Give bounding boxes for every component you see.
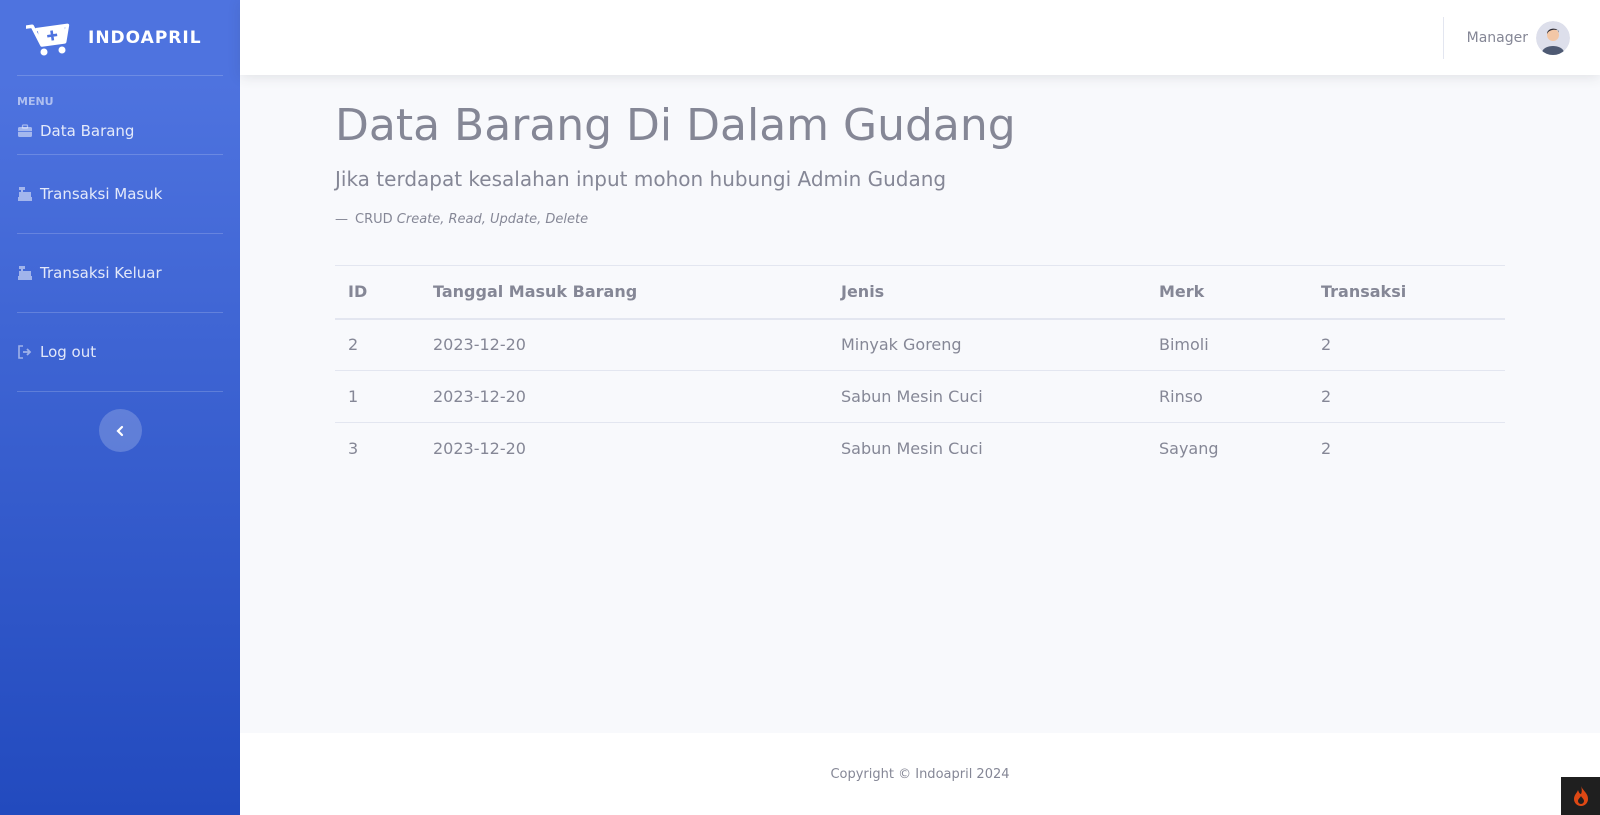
cell-id: 1 <box>335 370 420 423</box>
cell-id: 2 <box>335 318 420 371</box>
chevron-left-icon <box>116 425 124 436</box>
cell-merk: Sayang <box>1159 439 1219 459</box>
sign-out-icon <box>18 345 32 359</box>
user-name: Manager <box>1466 30 1528 46</box>
crud-prefix: CRUD <box>355 212 393 227</box>
crud-caption: — CRUD Create, Read, Update, Delete <box>335 212 1505 227</box>
column-header-id: ID <box>335 265 420 320</box>
table-header-row: ID Tanggal Masuk Barang Jenis Merk Trans… <box>335 265 1505 320</box>
cell-transaksi: 2 <box>1321 439 1332 459</box>
cash-register-icon <box>18 266 32 280</box>
cell-merk: Bimoli <box>1146 318 1308 371</box>
sidebar-item-label: Data Barang <box>40 122 135 140</box>
sidebar-item-data-barang[interactable]: Data Barang <box>0 108 240 154</box>
cash-register-icon <box>18 187 32 201</box>
brand[interactable]: INDOAPRIL <box>0 0 240 75</box>
table-row: 3 2023-12-20 Sabun Mesin Cuci Sayang 2 <box>335 423 1505 475</box>
topbar-divider <box>1443 17 1444 59</box>
sidebar-heading: MENU <box>17 95 54 108</box>
cell-transaksi: 2 <box>1308 370 1505 423</box>
cell-id: 3 <box>348 439 359 459</box>
cell-transaksi: 2 <box>1308 318 1505 371</box>
user-dropdown[interactable]: Manager <box>1467 21 1570 55</box>
cell-merk: Rinso <box>1146 370 1308 423</box>
copyright-text: Copyright © Indoapril 2024 <box>830 766 1010 782</box>
brand-name: INDOAPRIL <box>88 27 202 48</box>
table-row: 1 2023-12-20 Sabun Mesin Cuci Rinso 2 <box>335 370 1505 423</box>
shopping-cart-plus-icon <box>26 23 70 55</box>
data-table: ID Tanggal Masuk Barang Jenis Merk Trans… <box>335 265 1505 475</box>
page-title: Data Barang Di Dalam Gudang <box>335 100 1016 151</box>
sidebar-item-transaksi-masuk[interactable]: Transaksi Masuk <box>0 155 240 233</box>
dash-glyph: — <box>335 212 348 227</box>
sidebar-toggle-button[interactable] <box>98 409 142 452</box>
cell-jenis: Sabun Mesin Cuci <box>828 370 1146 423</box>
crud-detail: Create, Read, Update, Delete <box>396 212 589 227</box>
cell-jenis: Sabun Mesin Cuci <box>841 439 983 459</box>
column-header-tanggal: Tanggal Masuk Barang <box>420 265 828 320</box>
table-row: 2 2023-12-20 Minyak Goreng Bimoli 2 <box>335 318 1505 371</box>
sidebar-toggle-container <box>0 392 240 452</box>
column-header-transaksi: Transaksi <box>1308 265 1505 320</box>
sidebar-item-log-out[interactable]: Log out <box>0 313 240 391</box>
main-content: Data Barang Di Dalam Gudang Jika terdapa… <box>335 75 1505 475</box>
flame-icon <box>1573 786 1588 806</box>
footer: Copyright © Indoapril 2024 <box>240 733 1600 815</box>
cell-jenis: Minyak Goreng <box>828 318 1146 371</box>
cell-tanggal: 2023-12-20 <box>420 318 828 371</box>
column-header-merk: Merk <box>1146 265 1308 320</box>
cell-tanggal: 2023-12-20 <box>420 370 828 423</box>
sidebar-item-label: Log out <box>40 343 97 361</box>
column-header-jenis: Jenis <box>828 265 1146 320</box>
briefcase-icon <box>18 124 32 137</box>
topbar: Manager <box>240 0 1600 75</box>
debug-toolbar-toggle[interactable] <box>1561 777 1600 815</box>
sidebar-item-transaksi-keluar[interactable]: Transaksi Keluar <box>0 234 240 312</box>
sidebar: INDOAPRIL MENU Data Barang Transaksi Mas… <box>0 0 240 815</box>
cell-tanggal: 2023-12-20 <box>433 439 526 459</box>
sidebar-item-label: Transaksi Keluar <box>40 264 162 282</box>
user-avatar <box>1536 21 1570 55</box>
sidebar-item-label: Transaksi Masuk <box>40 185 163 203</box>
page-lead: Jika terdapat kesalahan input mohon hubu… <box>335 167 947 191</box>
